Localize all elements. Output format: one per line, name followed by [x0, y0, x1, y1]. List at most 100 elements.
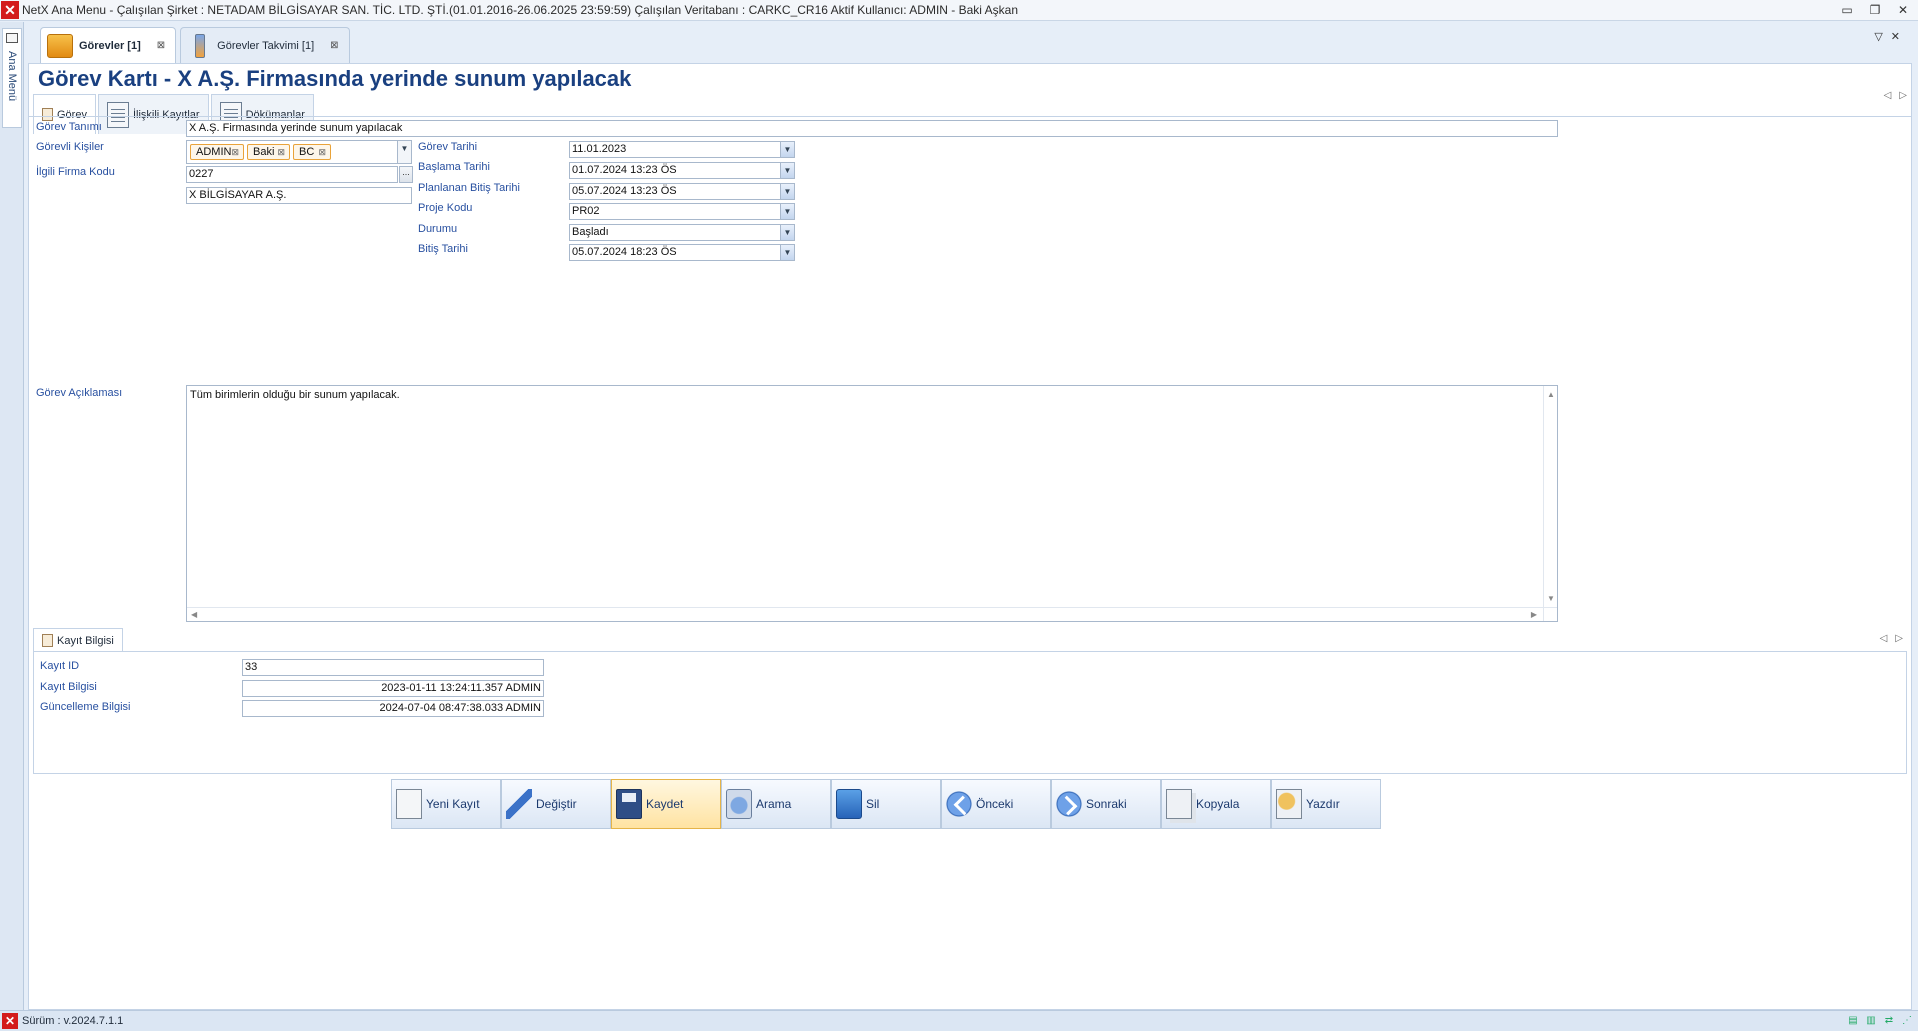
save-disk-icon — [616, 789, 642, 819]
aciklama-text: Tüm birimlerin olduğu bir sunum yapılaca… — [190, 389, 400, 401]
sil-button[interactable]: Sil — [831, 779, 941, 829]
minimize-icon[interactable]: ▭ — [1838, 2, 1856, 18]
database-icon[interactable]: ▤ — [1846, 1014, 1860, 1028]
gorev-tarihi-input[interactable]: 11.01.2023 ▼ — [569, 141, 795, 158]
durumu-select[interactable]: Başladı ▼ — [569, 224, 795, 241]
close-tab-icon[interactable]: ⊠ — [330, 40, 338, 51]
field-value: 01.07.2024 13:23 ÖS — [572, 164, 677, 176]
close-tab-icon[interactable]: ⊠ — [157, 40, 165, 51]
field-value: 05.07.2024 18:23 ÖS — [572, 246, 677, 258]
baslama-tarihi-input[interactable]: 01.07.2024 13:23 ÖS ▼ — [569, 162, 795, 179]
document-tabs: Görevler [1] ⊠ Görevler Takvimi [1] ⊠ — [40, 27, 354, 63]
chevron-down-icon[interactable]: ▼ — [780, 225, 794, 240]
horizontal-scrollbar[interactable]: ◀ ▶ — [187, 607, 1557, 621]
kayit-id-field: 33 — [242, 659, 544, 676]
bitis-tarihi-input[interactable]: 05.07.2024 18:23 ÖS ▼ — [569, 244, 795, 261]
token-label: Baki — [253, 146, 275, 158]
gorev-tanimi-label: Görev Tanımı — [36, 121, 102, 133]
scroll-down-icon[interactable]: ▼ — [1547, 594, 1555, 603]
left-rail: Ana Menü — [0, 22, 24, 1010]
scroll-right-icon[interactable]: ▷ — [1899, 90, 1907, 101]
resize-grip-icon[interactable]: ⋰ — [1900, 1014, 1914, 1028]
vertical-scrollbar[interactable]: ▲ ▼ — [1543, 386, 1557, 621]
scroll-left-icon[interactable]: ◀ — [191, 610, 197, 619]
kayit-bilgisi-panel: Kayıt ID 33 Kayıt Bilgisi 2023-01-11 13:… — [33, 651, 1907, 774]
degistir-button[interactable]: Değiştir — [501, 779, 611, 829]
yazdir-button[interactable]: Yazdır — [1271, 779, 1381, 829]
tab-gorevler[interactable]: Görevler [1] ⊠ — [40, 27, 177, 63]
remove-token-icon[interactable]: ⊠ — [277, 145, 285, 159]
app-logo-icon: ✕ — [2, 1013, 18, 1029]
chevron-down-icon[interactable]: ▼ — [397, 141, 411, 163]
window-controls: ▭ ❐ ✕ — [1838, 2, 1912, 18]
button-label: Kaydet — [646, 797, 684, 811]
close-all-icon[interactable]: ✕ — [1891, 30, 1900, 43]
kaydet-button[interactable]: Kaydet — [611, 779, 721, 829]
yeni-kayit-button[interactable]: Yeni Kayıt — [391, 779, 501, 829]
scroll-right-icon[interactable]: ▷ — [1895, 633, 1903, 644]
menu-window-icon — [6, 33, 18, 43]
guncelleme-bilgisi-field: 2024-07-04 08:47:38.033 ADMIN — [242, 700, 544, 717]
record-icon — [42, 634, 53, 647]
next-icon — [1056, 789, 1082, 819]
ana-menu-tab[interactable]: Ana Menü — [2, 28, 22, 128]
scroll-up-icon[interactable]: ▲ — [1547, 390, 1555, 399]
scroll-left-icon[interactable]: ◁ — [1884, 90, 1892, 101]
token-label: BC — [299, 146, 315, 158]
tab-kayit-bilgisi[interactable]: Kayıt Bilgisi — [33, 628, 123, 652]
person-token[interactable]: BC ⊠ — [293, 144, 331, 160]
tab-label: Görevler Takvimi [1] — [217, 39, 315, 52]
chevron-down-icon[interactable]: ▽ — [1874, 30, 1882, 43]
action-toolbar: Yeni Kayıt Değiştir Kaydet Arama Sil Önc… — [391, 779, 1381, 829]
kopyala-button[interactable]: Kopyala — [1161, 779, 1271, 829]
window-title: NetX Ana Menu - Çalışılan Şirket : NETAD… — [22, 3, 1018, 17]
proje-kodu-input[interactable]: PR02 ▼ — [569, 203, 795, 220]
gorev-form: Görev Tanımı X A.Ş. Firmasında yerinde s… — [29, 116, 1911, 624]
planlanan-bitis-label: Planlanan Bitiş Tarihi — [418, 182, 520, 194]
guncelleme-bilgisi-label: Güncelleme Bilgisi — [40, 701, 131, 713]
chevron-down-icon[interactable]: ▼ — [780, 204, 794, 219]
tab-gorevler-takvimi[interactable]: Görevler Takvimi [1] ⊠ — [180, 27, 350, 63]
chevron-down-icon[interactable]: ▼ — [780, 184, 794, 199]
remove-token-icon[interactable]: ⊠ — [231, 145, 239, 159]
gorevli-kisiler-input[interactable]: ADMIN ⊠ Baki ⊠ BC ⊠ ▼ — [186, 140, 412, 164]
person-token[interactable]: ADMIN ⊠ — [190, 144, 244, 160]
firma-kodu-input[interactable]: 0227 — [186, 166, 398, 183]
app-logo-icon: ✕ — [1, 1, 19, 19]
gorev-tarihi-label: Görev Tarihi — [418, 141, 478, 153]
window-title-bar: ✕ NetX Ana Menu - Çalışılan Şirket : NET… — [0, 0, 1918, 21]
gorev-tanimi-input[interactable]: X A.Ş. Firmasında yerinde sunum yapılaca… — [186, 120, 1558, 137]
arama-button[interactable]: Arama — [721, 779, 831, 829]
button-label: Değiştir — [536, 797, 577, 811]
page-title: Görev Kartı - X A.Ş. Firmasında yerinde … — [38, 66, 632, 91]
print-icon — [1276, 789, 1302, 819]
field-value: 05.07.2024 13:23 ÖS — [572, 185, 677, 197]
scroll-left-icon[interactable]: ◁ — [1880, 633, 1888, 644]
binoculars-icon — [726, 789, 752, 819]
aciklama-textarea[interactable]: Tüm birimlerin olduğu bir sunum yapılaca… — [186, 385, 1558, 622]
chevron-down-icon[interactable]: ▼ — [780, 245, 794, 260]
network-icon[interactable]: ⇄ — [1882, 1014, 1896, 1028]
chevron-down-icon[interactable]: ▼ — [780, 142, 794, 157]
token-label: ADMIN — [196, 146, 232, 158]
proje-kodu-label: Proje Kodu — [418, 202, 473, 214]
status-tray: ▤ ▥ ⇄ ⋰ — [1846, 1014, 1914, 1028]
document-menu: ▽ ✕ — [1874, 30, 1900, 43]
settings-icon[interactable]: ▥ — [1864, 1014, 1878, 1028]
remove-token-icon[interactable]: ⊠ — [318, 145, 326, 159]
gorev-aciklamasi-label: Görev Açıklaması — [36, 387, 123, 399]
field-value: PR02 — [572, 205, 600, 217]
onceki-button[interactable]: Önceki — [941, 779, 1051, 829]
ana-menu-label: Ana Menü — [6, 51, 18, 102]
scroll-right-icon[interactable]: ▶ — [1531, 610, 1537, 619]
close-icon[interactable]: ✕ — [1894, 2, 1912, 18]
chevron-down-icon[interactable]: ▼ — [780, 163, 794, 178]
button-label: Sonraki — [1086, 797, 1127, 811]
copy-icon — [1166, 789, 1192, 819]
restore-icon[interactable]: ❐ — [1866, 2, 1884, 18]
planlanan-bitis-input[interactable]: 05.07.2024 13:23 ÖS ▼ — [569, 183, 795, 200]
person-token[interactable]: Baki ⊠ — [247, 144, 290, 160]
browse-button[interactable]: ... — [399, 166, 413, 183]
sonraki-button[interactable]: Sonraki — [1051, 779, 1161, 829]
kayit-bilgisi-tabs: Kayıt Bilgisi — [33, 628, 123, 652]
